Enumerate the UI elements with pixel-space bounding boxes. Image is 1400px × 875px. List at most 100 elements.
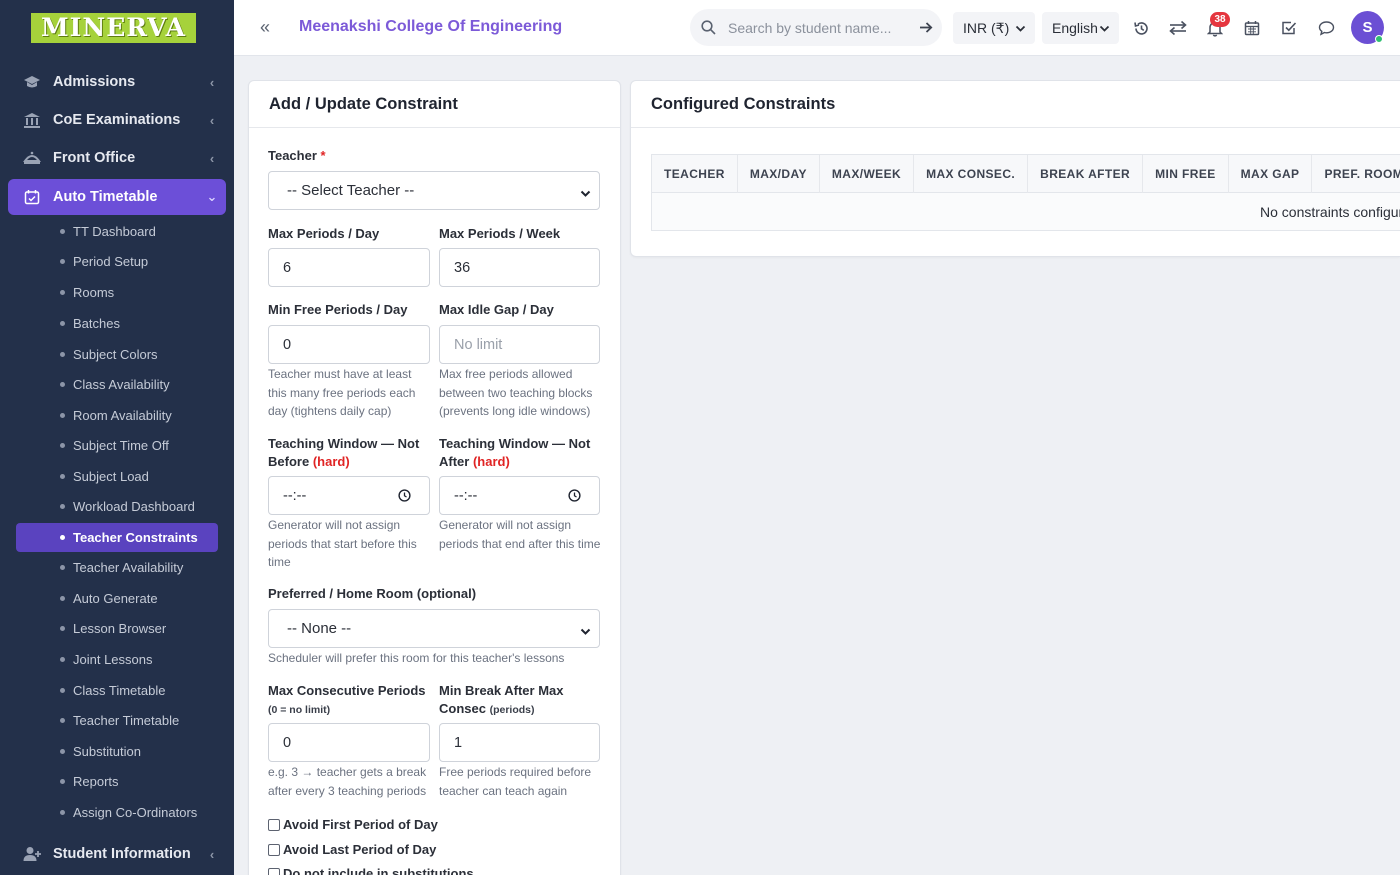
teacher-select[interactable]: -- Select Teacher -- bbox=[268, 171, 600, 210]
chevron-down-icon bbox=[580, 624, 591, 641]
teacher-select-value: -- Select Teacher -- bbox=[287, 182, 415, 199]
currency-select[interactable]: INR (₹) bbox=[953, 12, 1035, 44]
sidebar-subitem-subject-load[interactable]: Subject Load bbox=[16, 462, 218, 491]
sidebar-subitem-room-availability[interactable]: Room Availability bbox=[16, 401, 218, 430]
sidebar-subitem-teacher-availability[interactable]: Teacher Availability bbox=[16, 553, 218, 582]
sidebar-item-auto-timetable[interactable]: Auto Timetable ⌄ bbox=[8, 179, 226, 215]
col-max-consec[interactable]: MAX CONSEC. bbox=[914, 154, 1029, 193]
bullet-dot-icon bbox=[60, 749, 65, 754]
sidebar-subitem-label: Class Timetable bbox=[73, 683, 166, 698]
col-break-after[interactable]: BREAK AFTER bbox=[1028, 154, 1144, 193]
teacher-label: Teacher * bbox=[268, 147, 326, 165]
sidebar-item-front-office[interactable]: Front Office ‹ bbox=[8, 140, 226, 176]
max-consecutive-input[interactable]: 0 bbox=[268, 723, 430, 762]
min-break-input[interactable]: 1 bbox=[439, 723, 600, 762]
hard-tag: (hard) bbox=[472, 454, 510, 469]
task-check-icon[interactable] bbox=[1278, 17, 1300, 39]
search-input[interactable]: Search by student name... bbox=[726, 20, 910, 36]
sidebar-subitem-class-availability[interactable]: Class Availability bbox=[16, 370, 218, 399]
avoid-first-period-checkbox[interactable]: Avoid First Period of Day bbox=[268, 817, 438, 832]
sidebar-subitem-teacher-timetable[interactable]: Teacher Timetable bbox=[16, 706, 218, 735]
sidebar-item-label: Admissions bbox=[53, 74, 136, 90]
student-search[interactable]: Search by student name... bbox=[690, 9, 942, 46]
sidebar-subitem-lesson-browser[interactable]: Lesson Browser bbox=[16, 614, 218, 643]
exclude-substitutions-checkbox[interactable]: Do not include in substitutions bbox=[268, 866, 474, 875]
bullet-dot-icon bbox=[60, 229, 65, 234]
language-select[interactable]: English bbox=[1042, 12, 1119, 44]
col-max-gap[interactable]: MAX GAP bbox=[1229, 154, 1313, 193]
checkbox-box[interactable] bbox=[268, 818, 280, 831]
college-name[interactable]: Meenakshi College Of Engineering bbox=[299, 18, 562, 36]
min-break-help: Free periods required before teacher can… bbox=[439, 765, 592, 798]
chat-icon[interactable] bbox=[1315, 17, 1337, 39]
max-periods-day-input[interactable]: 6 bbox=[268, 248, 430, 287]
sidebar-subitem-auto-generate[interactable]: Auto Generate bbox=[16, 584, 218, 613]
not-before-time-input[interactable]: --:-- bbox=[268, 476, 430, 515]
bullet-dot-icon bbox=[60, 657, 65, 662]
chevron-left-icon: ‹ bbox=[209, 150, 215, 166]
max-idle-gap-input[interactable]: No limit bbox=[439, 325, 600, 364]
sidebar: MINERVA Admissions ‹ CoE Examinations ‹ … bbox=[0, 0, 234, 875]
sidebar-subitem-joint-lessons[interactable]: Joint Lessons bbox=[16, 645, 218, 674]
sidebar-subitem-class-timetable[interactable]: Class Timetable bbox=[16, 676, 218, 705]
checkbox-label: Avoid First Period of Day bbox=[283, 817, 438, 832]
configured-constraints-card: Configured Constraints TEACHER MAX/DAY M… bbox=[630, 80, 1400, 257]
chevron-down-icon bbox=[1015, 21, 1026, 37]
calendar-icon[interactable] bbox=[1241, 17, 1263, 39]
min-free-periods-input[interactable]: 0 bbox=[268, 325, 430, 364]
hard-tag: (hard) bbox=[312, 454, 350, 469]
clock-icon[interactable] bbox=[568, 489, 581, 506]
col-teacher[interactable]: TEACHER bbox=[652, 154, 738, 193]
sidebar-subitem-tt-dashboard[interactable]: TT Dashboard bbox=[16, 217, 218, 246]
graduation-cap-icon bbox=[8, 74, 53, 90]
bullet-dot-icon bbox=[60, 688, 65, 693]
sidebar-item-coe-examinations[interactable]: CoE Examinations ‹ bbox=[8, 102, 226, 138]
sidebar-subitem-workload-dashboard[interactable]: Workload Dashboard bbox=[16, 492, 218, 521]
max-consec-label: Max Consecutive Periods (0 = no limit) bbox=[268, 682, 430, 719]
sidebar-subitem-label: Lesson Browser bbox=[73, 621, 167, 636]
arrow-right-icon[interactable] bbox=[910, 21, 942, 34]
room-select-value: -- None -- bbox=[287, 620, 352, 637]
sidebar-subitem-batches[interactable]: Batches bbox=[16, 309, 218, 338]
sidebar-subitem-substitution[interactable]: Substitution bbox=[16, 737, 218, 766]
checkbox-box[interactable] bbox=[268, 867, 280, 875]
sidebar-subitem-teacher-constraints[interactable]: Teacher Constraints bbox=[16, 523, 218, 552]
max-week-label: Max Periods / Week bbox=[439, 226, 561, 241]
sidebar-subitem-label: Rooms bbox=[73, 285, 115, 300]
not-after-label: Teaching Window — Not After (hard) bbox=[439, 435, 599, 471]
form-title: Add / Update Constraint bbox=[249, 81, 620, 128]
sidebar-subitem-subject-time-off[interactable]: Subject Time Off bbox=[16, 431, 218, 460]
sidebar-subitem-period-setup[interactable]: Period Setup bbox=[16, 247, 218, 276]
bullet-dot-icon bbox=[60, 596, 65, 601]
col-max-week[interactable]: MAX/WEEK bbox=[820, 154, 915, 193]
sidebar-item-student-information[interactable]: Student Information ‹ bbox=[8, 836, 226, 872]
bullet-dot-icon bbox=[60, 779, 65, 784]
logo[interactable]: MINERVA bbox=[31, 13, 196, 43]
teacher-label-text: Teacher bbox=[268, 148, 317, 163]
clock-icon[interactable] bbox=[398, 489, 411, 506]
sidebar-subitem-label: Substitution bbox=[73, 744, 141, 759]
sidebar-item-admissions[interactable]: Admissions ‹ bbox=[8, 64, 226, 100]
sidebar-subitem-subject-colors[interactable]: Subject Colors bbox=[16, 340, 218, 369]
sidebar-item-label: Front Office bbox=[53, 150, 136, 166]
col-pref-room[interactable]: PREF. ROOM bbox=[1312, 155, 1400, 193]
avoid-last-period-checkbox[interactable]: Avoid Last Period of Day bbox=[268, 842, 436, 857]
user-plus-icon bbox=[8, 846, 53, 862]
collapse-sidebar-icon[interactable]: « bbox=[260, 17, 270, 38]
max-periods-week-input[interactable]: 36 bbox=[439, 248, 600, 287]
sidebar-subitem-assign-co-ordinators[interactable]: Assign Co-Ordinators bbox=[16, 798, 218, 827]
sidebar-subitem-label: Joint Lessons bbox=[73, 652, 153, 667]
sidebar-subitem-rooms[interactable]: Rooms bbox=[16, 278, 218, 307]
sidebar-subitem-reports[interactable]: Reports bbox=[16, 767, 218, 796]
preferred-room-select[interactable]: -- None -- bbox=[268, 609, 600, 648]
checkbox-box[interactable] bbox=[268, 843, 280, 856]
col-max-day[interactable]: MAX/DAY bbox=[738, 154, 820, 193]
history-icon[interactable] bbox=[1130, 17, 1152, 39]
max-consec-help: e.g. 3 → teacher gets a break after ever… bbox=[268, 765, 427, 798]
col-min-free[interactable]: MIN FREE bbox=[1143, 154, 1229, 193]
bullet-dot-icon bbox=[60, 565, 65, 570]
not-after-time-input[interactable]: --:-- bbox=[439, 476, 600, 515]
switch-arrows-icon[interactable] bbox=[1167, 17, 1189, 39]
reception-icon bbox=[8, 150, 53, 166]
idle-gap-label: Max Idle Gap / Day bbox=[439, 302, 554, 317]
